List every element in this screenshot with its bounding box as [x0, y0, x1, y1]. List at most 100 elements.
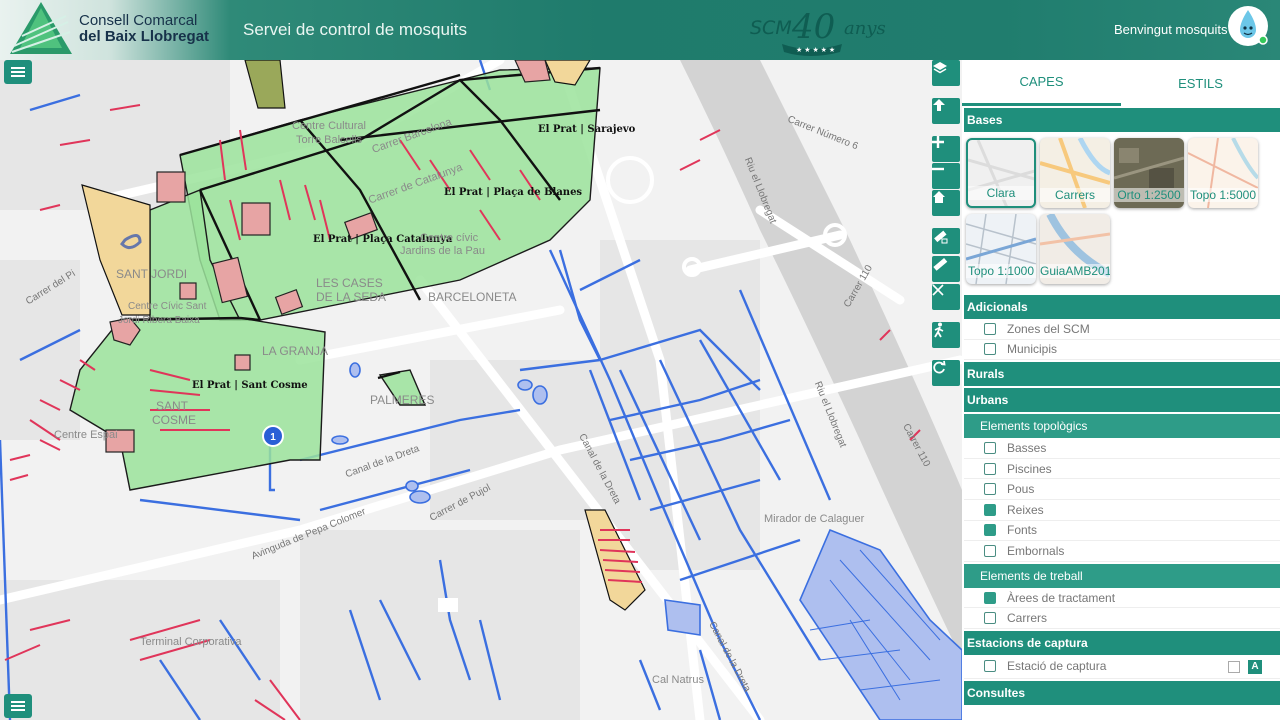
layer-checkbox[interactable] [984, 503, 996, 516]
north-button[interactable] [932, 98, 960, 124]
layer-checkbox[interactable] [984, 343, 996, 356]
streetview-button[interactable] [932, 322, 960, 348]
base-tile-clara[interactable]: Clara [966, 138, 1036, 208]
place-label: DE LA SEDA [316, 290, 387, 304]
bottom-menu-button[interactable] [4, 694, 32, 718]
layers-icon [933, 62, 947, 74]
tab-estils[interactable]: ESTILS [1121, 60, 1280, 106]
layer-row-piscines: Piscines [964, 459, 1280, 480]
clear-icon [932, 284, 944, 296]
svg-text:★ ★ ★ ★ ★: ★ ★ ★ ★ ★ [796, 46, 835, 54]
tab-capes[interactable]: CAPES [962, 60, 1121, 106]
place-label: Terminal Corporativa [140, 636, 242, 648]
place-label: SANT JORDI [116, 267, 188, 281]
layer-label: Carrers [1007, 611, 1048, 626]
place-label: PALMERES [370, 393, 435, 407]
subsection-elements-treball[interactable]: Elements de treball [964, 563, 1280, 588]
anniversary-number: 40 [791, 7, 835, 47]
layer-label: Fonts [1007, 523, 1038, 538]
layer-checkbox[interactable] [984, 483, 996, 496]
arrow-up-icon [933, 99, 945, 111]
bases-grid: Clara Carrers Orto 1:2500 Topo 1:5000 To… [962, 132, 1280, 300]
layer-label: Embornals [1007, 543, 1065, 558]
place-label: Cal Natrus [652, 674, 704, 686]
app-title: Servei de control de mosquits [243, 20, 467, 39]
place-label: Centre Cultural [292, 120, 366, 132]
layer-checkbox[interactable] [984, 591, 996, 604]
map-marker-count: 1 [270, 432, 276, 443]
zone-label-placa-blanes: El Prat | Plaça de Blanes [444, 187, 583, 198]
calendar-icon[interactable] [1228, 660, 1240, 673]
section-consultes[interactable]: Consultes [964, 680, 1280, 705]
place-label: Jordi Ribera Baixa [118, 315, 200, 326]
zoom-in-button[interactable] [932, 136, 960, 162]
place-label: LES CASES [316, 276, 383, 290]
layer-checkbox[interactable] [984, 462, 996, 475]
layer-label: Zones del SCM [1007, 321, 1090, 336]
org-name-line2: del Baix Llobregat [79, 28, 210, 45]
layer-row-reixes: Reixes [964, 500, 1280, 521]
refresh-button[interactable] [932, 360, 960, 386]
place-label: Jardins de la Pau [400, 245, 485, 257]
measure-area-button[interactable] [932, 228, 960, 254]
welcome-text: Benvingut mosquits [1114, 22, 1228, 37]
layer-checkbox[interactable] [984, 441, 996, 454]
layer-label: Àrees de tractament [1007, 590, 1116, 605]
layer-row-municipis: Municipis [964, 340, 1280, 361]
layer-checkbox[interactable] [984, 660, 996, 673]
place-label: COSME [152, 413, 197, 427]
zoom-out-icon [932, 167, 944, 171]
map-view[interactable]: 1 El Prat | Sarajevo El Prat | Plaça de … [0, 60, 962, 720]
base-tile-topo1000[interactable]: Topo 1:1000 [966, 214, 1036, 284]
base-tile-carrers[interactable]: Carrers [1040, 138, 1110, 208]
layer-row-embornals: Embornals [964, 541, 1280, 562]
layers-button[interactable] [932, 60, 960, 86]
layer-checkbox[interactable] [984, 544, 996, 557]
layer-row-pous: Pous [964, 479, 1280, 500]
zoom-in-icon [932, 136, 944, 148]
label-toggle-icon[interactable]: A [1248, 659, 1262, 674]
section-estacions-captura[interactable]: Estacions de captura [964, 630, 1280, 655]
subsection-elements-topologics[interactable]: Elements topològics [964, 414, 1280, 439]
layer-label: Municipis [1007, 342, 1058, 357]
section-bases[interactable]: Bases [964, 108, 1280, 132]
home-icon [933, 191, 945, 203]
measure-line-button[interactable] [932, 256, 960, 282]
measure-area-icon [934, 230, 948, 244]
base-tile-guiaamb[interactable]: GuiaAMB2014 [1040, 214, 1110, 284]
base-tile-topo5000[interactable]: Topo 1:5000 [1188, 138, 1258, 208]
place-label: LA GRANJA [262, 344, 329, 358]
top-menu-button[interactable] [4, 60, 32, 84]
anniversary-suffix: anys [844, 18, 886, 39]
layer-row-zones-scm: Zones del SCM [964, 319, 1280, 340]
place-label: Mirador de Calaguer [764, 513, 865, 525]
section-rurals[interactable]: Rurals [964, 362, 1280, 387]
section-urbans[interactable]: Urbans [964, 388, 1280, 413]
base-tile-orto[interactable]: Orto 1:2500 [1114, 138, 1184, 208]
place-label: Centre Cívic Sant [128, 301, 207, 312]
home-button[interactable] [932, 190, 960, 216]
panel-tabs: CAPES ESTILS [962, 60, 1280, 106]
zoom-out-button[interactable] [932, 163, 960, 189]
layer-checkbox[interactable] [984, 612, 996, 625]
base-tile-label: Orto 1:2500 [1114, 188, 1184, 202]
place-label: Torre Balcells [296, 134, 363, 146]
layer-row-arees-tractament: Àrees de tractament [964, 588, 1280, 609]
place-label: Centre Espai [54, 429, 118, 441]
base-tile-label: Clara [968, 186, 1034, 200]
base-tile-label: GuiaAMB2014 [1040, 264, 1110, 278]
layer-checkbox[interactable] [984, 322, 996, 335]
layers-panel: CAPES ESTILS Bases Clara Carrers Orto 1:… [962, 60, 1280, 720]
org-name-line1: Consell Comarcal [79, 12, 198, 29]
user-avatar-icon[interactable] [1226, 4, 1270, 48]
zone-label-sant-cosme: El Prat | Sant Cosme [192, 380, 308, 391]
app-header: Consell Comarcal del Baix Llobregat Serv… [0, 0, 1280, 60]
layer-label: Pous [1007, 482, 1035, 497]
layer-row-estacio-captura: Estació de captura A [964, 655, 1280, 679]
layer-row-basses: Basses [964, 438, 1280, 459]
menu-icon [11, 71, 25, 73]
layer-checkbox[interactable] [984, 524, 996, 537]
walker-icon [934, 322, 944, 338]
base-tile-label: Topo 1:1000 [966, 264, 1036, 278]
clear-measure-button[interactable] [932, 284, 960, 310]
